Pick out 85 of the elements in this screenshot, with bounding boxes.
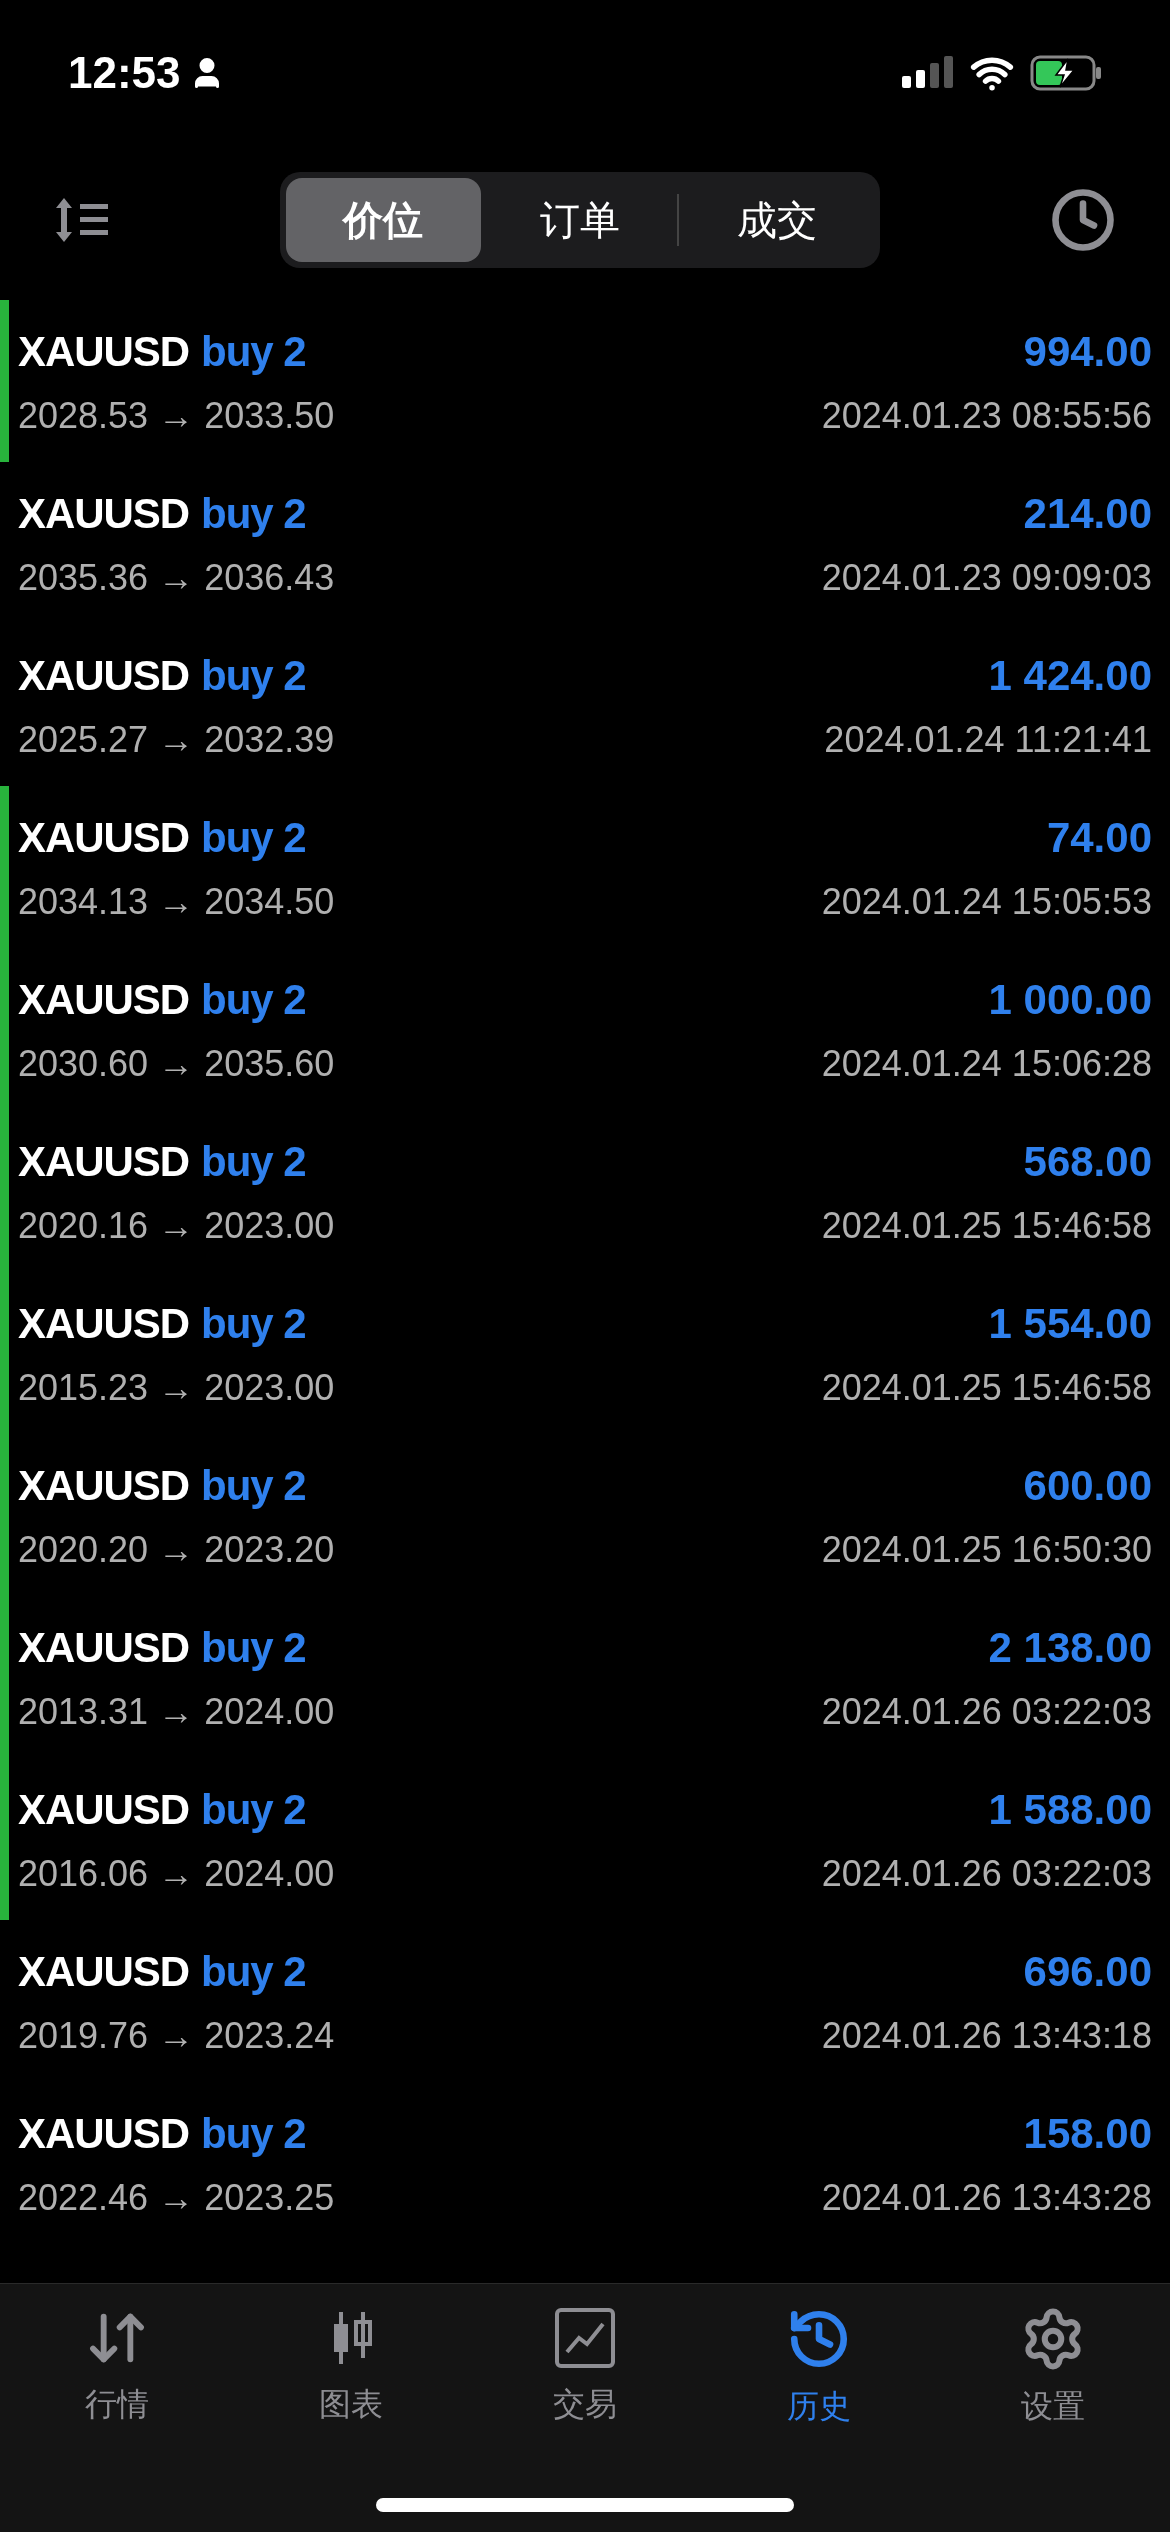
deal-prices: 2016.06 → 2024.00 (18, 1851, 335, 1896)
deal-side: buy 2 (201, 326, 306, 377)
deal-prices: 2028.53 → 2033.50 (18, 393, 335, 438)
deal-symbol: XAUUSD (18, 326, 190, 377)
deal-side: buy 2 (201, 488, 306, 539)
tab-bar-item[interactable]: 行情 (0, 2306, 234, 2430)
signal-icon (902, 56, 954, 90)
deal-side: buy 2 (201, 1622, 306, 1673)
deal-time: 2024.01.24 11:21:41 (824, 717, 1152, 762)
deal-time: 2024.01.23 09:09:03 (821, 555, 1152, 600)
deal-profit: 1 000.00 (988, 974, 1152, 1025)
deal-symbol: XAUUSD (18, 1460, 190, 1511)
deal-symbol: XAUUSD (18, 2108, 190, 2159)
deal-side: buy 2 (201, 812, 306, 863)
clock-icon[interactable] (1050, 187, 1116, 253)
deal-time: 2024.01.26 13:43:28 (821, 2175, 1152, 2220)
deal-time: 2024.01.26 03:22:03 (821, 1851, 1152, 1896)
deal-row[interactable]: XAUUSD buy 2 568.00 2020.16 → 2023.00 2024.01.25 15:46:58 (0, 1110, 1170, 1272)
deal-side: buy 2 (201, 1784, 306, 1835)
deal-side: buy 2 (201, 1136, 306, 1187)
deal-symbol: XAUUSD (18, 1784, 190, 1835)
deal-prices: 2035.36 → 2036.43 (18, 555, 335, 600)
deal-profit: 1 588.00 (988, 1784, 1152, 1835)
deal-prices: 2034.13 → 2034.50 (18, 879, 335, 924)
deal-time: 2024.01.25 16:50:30 (821, 1527, 1152, 1572)
status-time: 12:53 (68, 47, 181, 99)
deal-symbol: XAUUSD (18, 1136, 190, 1187)
deal-prices: 2022.46 → 2023.25 (18, 2175, 335, 2220)
deal-time: 2024.01.26 13:43:18 (821, 2013, 1152, 2058)
deal-row[interactable]: XAUUSD buy 2 696.00 2019.76 → 2023.24 2024.01.26 13:43:18 (0, 1920, 1170, 2082)
deal-time: 2024.01.26 03:22:03 (821, 1689, 1152, 1734)
deal-row[interactable]: XAUUSD buy 2 214.00 2035.36 → 2036.43 2024.01.23 09:09:03 (0, 462, 1170, 624)
segment-tab[interactable]: 成交 (679, 178, 874, 262)
deal-row[interactable]: XAUUSD buy 2 1 588.00 2016.06 → 2024.00 2024.01.26 03:22:03 (0, 1758, 1170, 1920)
deal-prices: 2020.20 → 2023.20 (18, 1527, 335, 1572)
deal-row[interactable]: XAUUSD buy 2 1 554.00 2015.23 → 2023.00 2024.01.25 15:46:58 (0, 1272, 1170, 1434)
deal-prices: 2025.27 → 2032.39 (18, 717, 335, 762)
deal-row[interactable]: XAUUSD buy 2 158.00 2022.46 → 2023.25 2024.01.26 13:43:28 (0, 2082, 1170, 2244)
deal-time: 2024.01.25 15:46:58 (821, 1203, 1152, 1248)
deal-profit: 994.00 (1023, 326, 1152, 377)
deal-side: buy 2 (201, 1460, 306, 1511)
deal-side: buy 2 (201, 650, 306, 701)
deal-row[interactable]: XAUUSD buy 2 2 138.00 2013.31 → 2024.00 2024.01.26 03:22:03 (0, 1596, 1170, 1758)
deal-profit: 158.00 (1023, 2108, 1152, 2159)
deal-time: 2024.01.24 15:05:53 (821, 879, 1152, 924)
segment-tab[interactable]: 订单 (482, 178, 678, 262)
deal-symbol: XAUUSD (18, 1298, 190, 1349)
deal-profit: 1 554.00 (988, 1298, 1152, 1349)
deal-prices: 2020.16 → 2023.00 (18, 1203, 335, 1248)
deal-row[interactable]: XAUUSD buy 2 74.00 2034.13 → 2034.50 2024.01.24 15:05:53 (0, 786, 1170, 948)
tab-bar-item[interactable]: 图表 (234, 2306, 468, 2430)
deal-profit: 568.00 (1023, 1136, 1152, 1187)
deal-profit: 696.00 (1023, 1946, 1152, 1997)
deal-symbol: XAUUSD (18, 650, 190, 701)
deal-symbol: XAUUSD (18, 1946, 190, 1997)
tab-bar-item[interactable]: 设置 (936, 2306, 1170, 2430)
deal-prices: 2015.23 → 2023.00 (18, 1365, 335, 1410)
deal-row[interactable]: XAUUSD buy 2 600.00 2020.20 → 2023.20 2024.01.25 16:50:30 (0, 1434, 1170, 1596)
deal-side: buy 2 (201, 2108, 306, 2159)
battery-charging-icon (1030, 55, 1102, 91)
deal-profit: 74.00 (1046, 812, 1152, 863)
deal-symbol: XAUUSD (18, 1622, 190, 1673)
deal-side: buy 2 (201, 974, 306, 1025)
deal-symbol: XAUUSD (18, 488, 190, 539)
deal-prices: 2019.76 → 2023.24 (18, 2013, 335, 2058)
deal-time: 2024.01.24 15:06:28 (821, 1041, 1152, 1086)
deal-profit: 214.00 (1023, 488, 1152, 539)
deal-row[interactable]: XAUUSD buy 2 1 424.00 2025.27 → 2032.39 2024.01.24 11:21:41 (0, 624, 1170, 786)
segment-tab[interactable]: 价位 (286, 178, 481, 262)
deal-row[interactable]: XAUUSD buy 2 1 000.00 2030.60 → 2035.60 2024.01.24 15:06:28 (0, 948, 1170, 1110)
tab-bar-item[interactable]: 历史 (702, 2306, 936, 2430)
deal-time: 2024.01.25 15:46:58 (821, 1365, 1152, 1410)
deal-profit: 1 424.00 (988, 650, 1152, 701)
deal-symbol: XAUUSD (18, 974, 190, 1025)
deal-side: buy 2 (201, 1946, 306, 1997)
tab-bar-item[interactable]: 交易 (468, 2306, 702, 2430)
deal-prices: 2030.60 → 2035.60 (18, 1041, 335, 1086)
line-chart-icon (553, 2306, 617, 2370)
deal-row[interactable]: XAUUSD buy 2 994.00 2028.53 → 2033.50 2024.01.23 08:55:56 (0, 300, 1170, 462)
deal-side: buy 2 (201, 1298, 306, 1349)
deal-profit: 600.00 (1023, 1460, 1152, 1511)
deal-profit: 2 138.00 (988, 1622, 1152, 1673)
deal-time: 2024.01.23 08:55:56 (821, 393, 1152, 438)
deal-prices: 2013.31 → 2024.00 (18, 1689, 335, 1734)
deal-symbol: XAUUSD (18, 812, 190, 863)
